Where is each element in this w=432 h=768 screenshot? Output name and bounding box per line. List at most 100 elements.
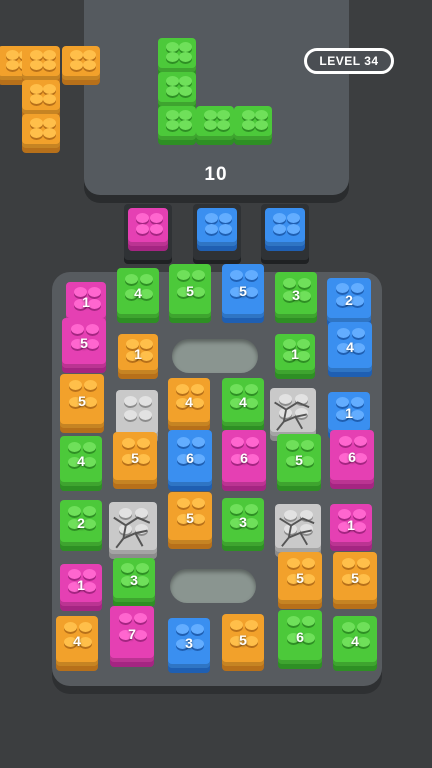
stud: [69, 397, 82, 407]
stud: [219, 224, 232, 234]
board-block[interactable]: 1: [66, 282, 106, 322]
board-block[interactable]: 4: [328, 322, 372, 372]
stud: [43, 94, 56, 104]
stud: [336, 397, 349, 407]
board-block[interactable]: 2: [327, 278, 371, 322]
board-block[interactable]: 5: [333, 552, 377, 604]
board-block[interactable]: 7: [110, 606, 154, 662]
stud: [30, 94, 43, 104]
piece-cell[interactable]: [158, 72, 196, 106]
stud: [166, 52, 179, 62]
board-block[interactable]: 5: [113, 432, 157, 484]
piece-cell[interactable]: [22, 46, 60, 80]
piece-cell[interactable]: [158, 106, 196, 140]
board-block[interactable]: 6: [168, 430, 212, 486]
board-block[interactable]: [116, 390, 158, 438]
piece-cell[interactable]: [22, 114, 60, 148]
stud: [337, 328, 350, 338]
stud: [74, 287, 87, 297]
stud: [298, 291, 311, 301]
board-block[interactable]: [270, 388, 316, 436]
stud: [140, 339, 153, 349]
board-block[interactable]: 1: [330, 504, 372, 546]
board-block[interactable]: 6: [330, 430, 374, 484]
stud: [245, 398, 258, 408]
stud: [204, 120, 217, 130]
board-block[interactable]: 4: [56, 616, 98, 666]
board-block[interactable]: 1: [275, 334, 315, 374]
piece-cell[interactable]: [234, 106, 272, 140]
block-value: 5: [80, 335, 88, 351]
stud: [245, 518, 258, 528]
board-block[interactable]: [109, 502, 157, 554]
stud: [273, 213, 286, 223]
stud: [30, 50, 43, 60]
board-block[interactable]: 3: [222, 498, 264, 546]
stud: [357, 637, 370, 647]
queued-block: [197, 208, 237, 246]
stud: [30, 84, 43, 94]
block-value: 5: [131, 450, 139, 466]
piece-cell[interactable]: [22, 80, 60, 114]
board-block[interactable]: 4: [333, 616, 377, 666]
board-block[interactable]: 4: [168, 378, 210, 426]
board-block[interactable]: 3: [275, 272, 317, 318]
stud: [121, 563, 134, 573]
stud: [351, 410, 364, 420]
stud: [68, 457, 81, 467]
board-block[interactable]: 5: [222, 614, 264, 666]
board-block[interactable]: 1: [60, 564, 102, 606]
stud: [119, 508, 132, 518]
stud: [177, 454, 190, 464]
board-block[interactable]: 1: [118, 334, 158, 374]
piece-cell[interactable]: [62, 46, 100, 80]
stud: [273, 224, 286, 234]
stud: [284, 524, 297, 534]
stud: [191, 624, 204, 634]
stud: [205, 213, 218, 223]
stud: [119, 524, 132, 534]
stud: [179, 76, 192, 86]
stud: [43, 118, 56, 128]
game-stage: LEVEL 34 10 1455325114544145665625311355…: [0, 0, 432, 768]
board-block[interactable]: 4: [222, 378, 264, 426]
stud: [70, 60, 83, 70]
stud: [134, 613, 147, 623]
board-block[interactable]: 5: [60, 374, 104, 428]
board-block[interactable]: 4: [117, 268, 159, 318]
stud: [297, 351, 310, 361]
stud: [43, 84, 56, 94]
stud: [43, 60, 56, 70]
board-block[interactable]: 3: [113, 558, 155, 602]
board-block[interactable]: 4: [60, 436, 102, 486]
stud: [139, 410, 152, 420]
board-block[interactable]: 5: [277, 434, 321, 486]
board-block[interactable]: 1: [328, 392, 370, 434]
board-block[interactable]: 6: [222, 430, 266, 486]
stud: [30, 128, 43, 138]
stud: [342, 637, 355, 647]
stud: [230, 636, 243, 646]
stud: [6, 50, 19, 60]
board-block[interactable]: 5: [278, 552, 322, 604]
board-block[interactable]: 5: [62, 318, 106, 368]
piece-cell[interactable]: [196, 106, 234, 140]
board-block[interactable]: 5: [222, 264, 264, 318]
stud: [231, 454, 244, 464]
stud: [137, 454, 150, 464]
stud: [286, 440, 299, 450]
stud: [242, 120, 255, 130]
piece-cell[interactable]: [158, 38, 196, 72]
stud: [230, 620, 243, 630]
board-block[interactable]: 6: [278, 610, 322, 664]
stud: [301, 440, 314, 450]
stud: [136, 224, 149, 234]
board-block[interactable]: 2: [60, 500, 102, 546]
board-block[interactable]: 5: [169, 264, 211, 318]
board-block[interactable]: 3: [168, 618, 210, 668]
block-value: 5: [186, 510, 194, 526]
board-block[interactable]: [275, 504, 321, 552]
stud: [352, 328, 365, 338]
board-block[interactable]: 5: [168, 492, 212, 544]
stud: [177, 437, 190, 447]
